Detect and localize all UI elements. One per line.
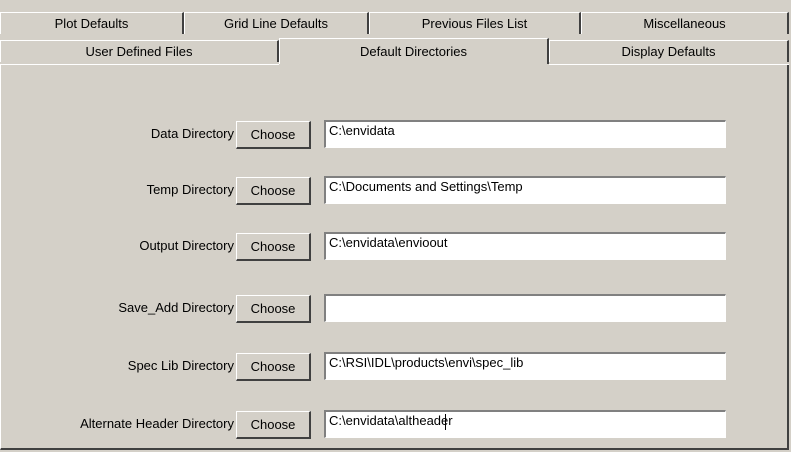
tab-user-defined-files[interactable]: User Defined Files bbox=[0, 40, 279, 62]
tab-label: Default Directories bbox=[360, 44, 467, 59]
tab-label: Grid Line Defaults bbox=[223, 16, 329, 31]
panel-border bbox=[0, 64, 279, 65]
data-directory-row: Data Directory Choose bbox=[0, 118, 791, 150]
panel-border bbox=[549, 64, 789, 65]
tab-label: Miscellaneous bbox=[643, 16, 726, 31]
tab-label: User Defined Files bbox=[85, 44, 193, 59]
alternate-header-directory-choose-button[interactable]: Choose bbox=[236, 411, 311, 439]
tab-previous-files-list[interactable]: Previous Files List bbox=[369, 12, 581, 34]
tab-label: Previous Files List bbox=[421, 16, 528, 31]
spec-lib-directory-label: Spec Lib Directory bbox=[127, 358, 234, 373]
tab-miscellaneous[interactable]: Miscellaneous bbox=[581, 12, 789, 34]
tab-row-back: Plot Defaults Grid Line Defaults Previou… bbox=[0, 12, 791, 34]
temp-directory-choose-button[interactable]: Choose bbox=[236, 177, 311, 205]
tab-label: Display Defaults bbox=[621, 44, 716, 59]
alternate-header-directory-label: Alternate Header Directory bbox=[80, 416, 234, 431]
output-directory-choose-button[interactable]: Choose bbox=[236, 233, 311, 261]
spec-lib-directory-choose-button[interactable]: Choose bbox=[236, 353, 311, 381]
text-cursor bbox=[445, 414, 446, 430]
tab-grid-line-defaults[interactable]: Grid Line Defaults bbox=[184, 12, 369, 34]
temp-directory-row: Temp Directory Choose bbox=[0, 174, 791, 206]
save-add-directory-row: Save_Add Directory Choose bbox=[0, 292, 791, 324]
alternate-header-directory-row: Alternate Header Directory Choose bbox=[0, 408, 791, 440]
data-directory-field[interactable] bbox=[324, 120, 726, 148]
output-directory-row: Output Directory Choose bbox=[0, 230, 791, 262]
tab-row-front: User Defined Files Default Directories D… bbox=[0, 38, 791, 64]
data-directory-choose-button[interactable]: Choose bbox=[236, 121, 311, 149]
data-directory-label: Data Directory bbox=[150, 126, 234, 141]
output-directory-field[interactable] bbox=[324, 232, 726, 260]
output-directory-label: Output Directory bbox=[139, 238, 234, 253]
tab-default-directories[interactable]: Default Directories bbox=[279, 38, 549, 64]
tab-plot-defaults[interactable]: Plot Defaults bbox=[0, 12, 184, 34]
save-add-directory-label: Save_Add Directory bbox=[118, 300, 234, 315]
alternate-header-directory-field[interactable] bbox=[324, 410, 726, 438]
temp-directory-label: Temp Directory bbox=[146, 182, 234, 197]
save-add-directory-choose-button[interactable]: Choose bbox=[236, 295, 311, 323]
temp-directory-field[interactable] bbox=[324, 176, 726, 204]
spec-lib-directory-field[interactable] bbox=[324, 352, 726, 380]
tab-label: Plot Defaults bbox=[54, 16, 129, 31]
spec-lib-directory-row: Spec Lib Directory Choose bbox=[0, 350, 791, 382]
tab-display-defaults[interactable]: Display Defaults bbox=[549, 40, 789, 62]
save-add-directory-field[interactable] bbox=[324, 294, 726, 322]
